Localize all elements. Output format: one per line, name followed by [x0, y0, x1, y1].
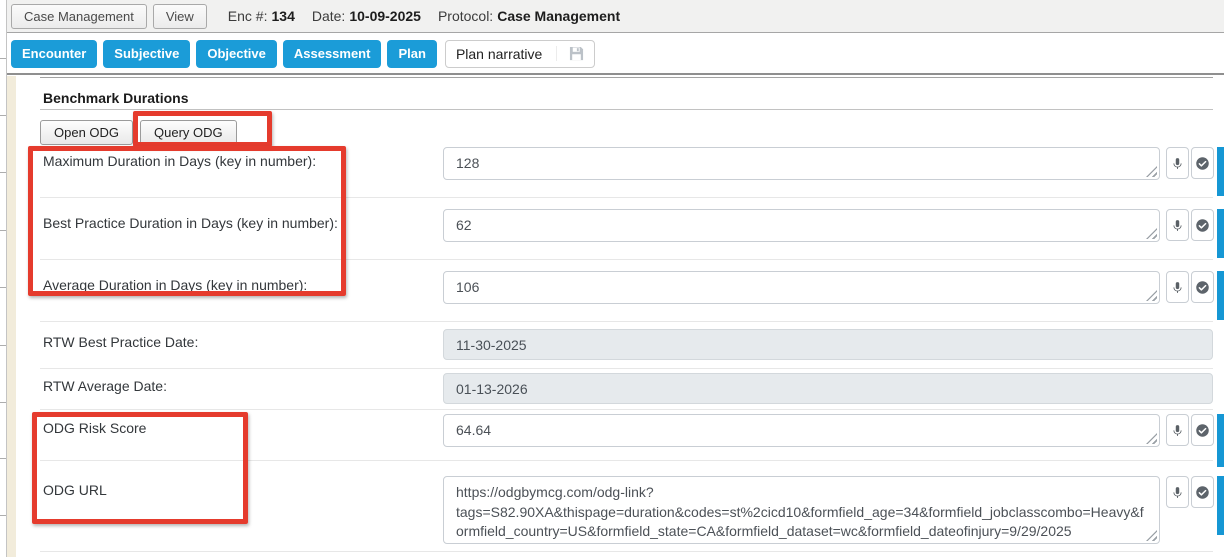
top-toolbar: Case Management View Enc #:134 Date:10-0… — [7, 0, 1224, 33]
best-practice-duration-input[interactable]: 62 — [443, 209, 1160, 242]
odg-url-confirm-button[interactable] — [1191, 476, 1214, 508]
encounter-info: Enc #:134 Date:10-09-2025 Protocol:Case … — [228, 8, 637, 24]
microphone-icon — [1171, 218, 1184, 233]
check-circle-icon — [1195, 485, 1210, 500]
odg-risk-score-field-wrap: 64.64 — [443, 414, 1160, 447]
tab-objective[interactable]: Objective — [196, 40, 277, 68]
view-button[interactable]: View — [153, 4, 207, 29]
page-title: Benchmark Durations — [43, 90, 188, 106]
date-value: 10-09-2025 — [349, 8, 421, 24]
tab-plan[interactable]: Plan — [387, 40, 436, 68]
query-odg-button[interactable]: Query ODG — [140, 120, 237, 145]
tab-encounter[interactable]: Encounter — [11, 40, 97, 68]
odg-risk-score-input[interactable]: 64.64 — [443, 414, 1160, 447]
ruler-tick — [0, 230, 6, 231]
max-duration-mic-button[interactable] — [1166, 147, 1189, 179]
average-duration-field-wrap: 106 — [443, 271, 1160, 304]
plan-narrative-button[interactable]: Plan narrative — [445, 40, 595, 68]
average-duration-input[interactable]: 106 — [443, 271, 1160, 304]
plan-narrative-label: Plan narrative — [456, 46, 542, 62]
panel-top-border — [40, 77, 1213, 78]
odg-risk-score-label: ODG Risk Score — [43, 420, 146, 436]
protocol-label: Protocol: — [438, 8, 493, 24]
row-separator — [40, 368, 1213, 369]
rtw-best-practice-date-label: RTW Best Practice Date: — [43, 334, 198, 350]
field-change-indicator — [1217, 209, 1224, 258]
row-separator — [40, 460, 1213, 461]
row-separator — [40, 197, 1213, 198]
ruler-tick — [0, 458, 6, 459]
field-change-indicator — [1217, 147, 1224, 196]
row-separator — [40, 321, 1213, 322]
microphone-icon — [1171, 156, 1184, 171]
ruler-tick — [0, 287, 6, 288]
ruler-tick — [0, 515, 6, 516]
odg-url-input[interactable]: https://odgbymcg.com/odg-link?tags=S82.9… — [443, 476, 1160, 544]
odg-risk-score-mic-button[interactable] — [1166, 414, 1189, 446]
ruler-tick — [0, 402, 6, 403]
average-duration-mic-button[interactable] — [1166, 271, 1189, 303]
floppy-disk-save-icon — [556, 46, 584, 61]
best-practice-duration-mic-button[interactable] — [1166, 209, 1189, 241]
best-practice-duration-confirm-button[interactable] — [1191, 209, 1214, 241]
section-tab-bar: Encounter Subjective Objective Assessmen… — [7, 34, 1224, 75]
tab-subjective[interactable]: Subjective — [103, 40, 190, 68]
best-practice-duration-field-wrap: 62 — [443, 209, 1160, 242]
odg-url-mic-button[interactable] — [1166, 476, 1189, 508]
average-duration-label: Average Duration in Days (key in number)… — [43, 277, 307, 293]
rtw-average-date-input[interactable] — [443, 373, 1213, 404]
check-circle-icon — [1195, 156, 1210, 171]
max-duration-confirm-button[interactable] — [1191, 147, 1214, 179]
rtw-average-date-label: RTW Average Date: — [43, 378, 167, 394]
odg-url-label: ODG URL — [43, 482, 107, 498]
protocol: Protocol:Case Management — [438, 8, 620, 24]
odg-url-field-wrap: https://odgbymcg.com/odg-link?tags=S82.9… — [443, 476, 1160, 544]
microphone-icon — [1171, 485, 1184, 500]
ruler-tick — [0, 172, 6, 173]
best-practice-duration-label: Best Practice Duration in Days (key in n… — [43, 215, 338, 231]
field-change-indicator — [1217, 476, 1224, 535]
row-separator — [40, 409, 1213, 410]
check-circle-icon — [1195, 280, 1210, 295]
protocol-value: Case Management — [497, 8, 620, 24]
rtw-best-practice-date-input[interactable] — [443, 329, 1213, 360]
encounter-date: Date:10-09-2025 — [312, 8, 421, 24]
ruler-tick — [0, 115, 6, 116]
enc-label: Enc #: — [228, 8, 268, 24]
field-change-indicator — [1217, 271, 1224, 320]
ruler-tick — [0, 345, 6, 346]
max-duration-field-wrap: 128 — [443, 147, 1160, 180]
tab-assessment[interactable]: Assessment — [283, 40, 382, 68]
encounter-number: Enc #:134 — [228, 8, 295, 24]
open-odg-button[interactable]: Open ODG — [40, 120, 133, 145]
date-label: Date: — [312, 8, 345, 24]
case-management-button[interactable]: Case Management — [11, 4, 147, 29]
microphone-icon — [1171, 280, 1184, 295]
check-circle-icon — [1195, 218, 1210, 233]
odg-risk-score-confirm-button[interactable] — [1191, 414, 1214, 446]
row-separator — [40, 551, 1213, 552]
average-duration-confirm-button[interactable] — [1191, 271, 1214, 303]
ruler-tick — [0, 58, 6, 59]
max-duration-label: Maximum Duration in Days (key in number)… — [43, 153, 316, 169]
max-duration-input[interactable]: 128 — [443, 147, 1160, 180]
field-change-indicator — [1217, 414, 1224, 467]
left-panel-strip — [7, 76, 16, 557]
row-separator — [40, 259, 1213, 260]
heading-underline — [40, 109, 1213, 110]
enc-value: 134 — [272, 8, 295, 24]
app-window: Case Management View Enc #:134 Date:10-0… — [0, 0, 1224, 557]
check-circle-icon — [1195, 423, 1210, 438]
microphone-icon — [1171, 423, 1184, 438]
